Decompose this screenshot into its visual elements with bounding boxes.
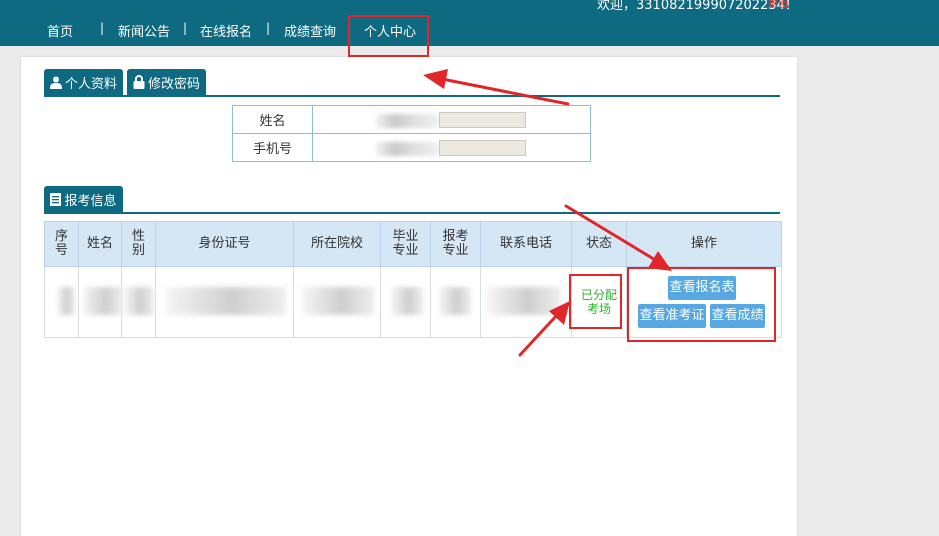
table-header-row: 序号 姓名 性别 身份证号 所在院校 毕业专业 报考专业 联系电话 状态 操作 — [43, 221, 783, 267]
header-index: 序号 — [43, 221, 80, 267]
cell-graduation-major — [380, 266, 432, 338]
highlight-box — [348, 15, 429, 57]
redacted-name-field — [439, 112, 526, 128]
lock-icon — [133, 75, 145, 89]
name-label: 姓名 — [232, 105, 313, 134]
cell-phone — [480, 266, 573, 338]
redacted-value — [302, 287, 375, 315]
header-id-number: 身份证号 — [155, 221, 295, 267]
tab-divider — [44, 95, 780, 97]
redacted-value — [166, 287, 287, 315]
nav-separator: | — [100, 21, 105, 35]
header-actions: 操作 — [626, 221, 783, 267]
user-icon — [49, 76, 62, 89]
cell-id-number — [155, 266, 295, 338]
header-phone: 联系电话 — [480, 221, 573, 267]
nav-home[interactable]: 首页 — [47, 21, 73, 40]
nav-online-registration[interactable]: 在线报名 — [200, 21, 252, 40]
header-applied-major: 报考专业 — [430, 221, 482, 267]
redacted-value — [439, 287, 472, 315]
top-strip: 欢迎，331082199907202234！ 退出 — [0, 0, 939, 14]
cell-index — [43, 266, 80, 338]
tab-personal-info[interactable]: 个人资料 — [44, 69, 123, 95]
redacted-value — [57, 287, 75, 315]
tab-registration-info[interactable]: 报考信息 — [44, 186, 123, 212]
redacted-name — [375, 114, 440, 128]
document-icon — [50, 192, 62, 206]
tab-change-password-label: 修改密码 — [147, 76, 200, 92]
cell-gender — [121, 266, 157, 338]
header-school: 所在院校 — [293, 221, 382, 267]
header-status: 状态 — [571, 221, 628, 267]
tab-personal-info-label: 个人资料 — [64, 76, 117, 92]
table-row: 手机号 — [232, 133, 591, 162]
highlight-box — [569, 274, 622, 329]
main-nav: 首页 | 新闻公告 | 在线报名 | 成绩查询 个人中心 — [0, 14, 939, 46]
table-row: 姓名 — [232, 105, 591, 134]
redacted-phone — [375, 142, 440, 156]
header-gender: 性别 — [121, 221, 157, 267]
cell-applied-major — [430, 266, 482, 338]
nav-news[interactable]: 新闻公告 — [118, 21, 170, 40]
header-graduation-major: 毕业专业 — [380, 221, 432, 267]
nav-separator: | — [266, 21, 271, 35]
phone-label: 手机号 — [232, 133, 313, 162]
name-value — [312, 105, 591, 134]
nav-score-query[interactable]: 成绩查询 — [284, 21, 336, 40]
redacted-value — [487, 287, 562, 315]
cell-name — [78, 266, 124, 338]
highlight-box — [627, 267, 776, 342]
redacted-value — [83, 287, 124, 315]
phone-value — [312, 133, 591, 162]
profile-table: 姓名 手机号 — [232, 105, 591, 162]
redacted-value — [124, 287, 155, 315]
nav-separator: | — [183, 21, 188, 35]
redacted-value — [391, 287, 424, 315]
tab-change-password[interactable]: 修改密码 — [127, 69, 206, 95]
cell-school — [293, 266, 382, 338]
logout-link[interactable]: 退出 — [768, 0, 788, 10]
tab-divider — [44, 212, 780, 214]
tab-registration-info-label: 报考信息 — [64, 193, 117, 209]
redacted-phone-field — [439, 140, 526, 156]
header-name: 姓名 — [78, 221, 123, 267]
